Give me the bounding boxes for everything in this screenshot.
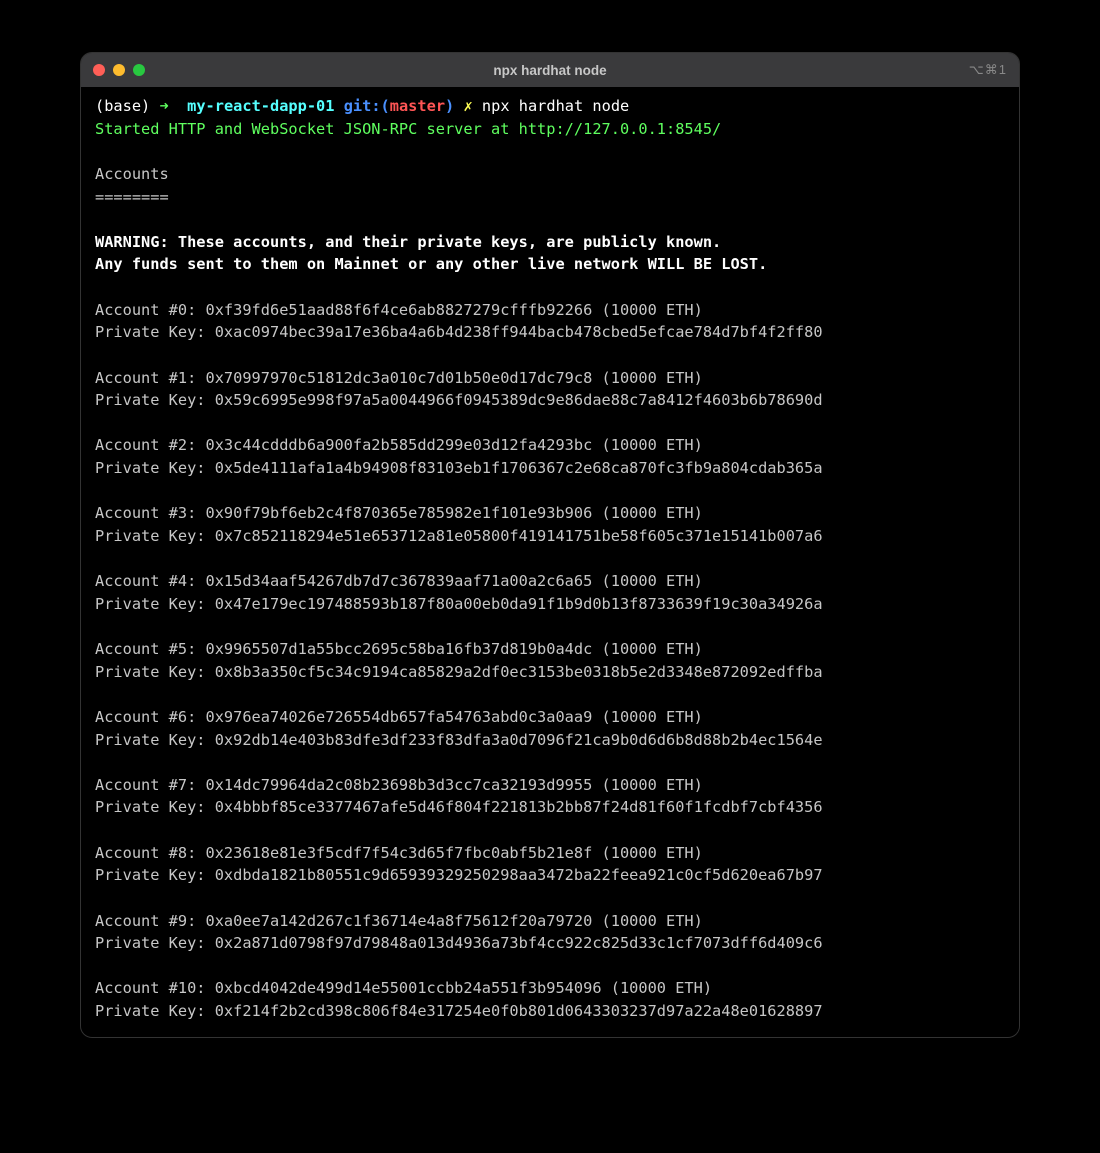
prompt-cwd: my-react-dapp-01 (187, 97, 334, 115)
prompt-env: (base) (95, 97, 150, 115)
accounts-list: Account #0: 0xf39fd6e51aad88f6f4ce6ab882… (95, 301, 823, 1020)
prompt-open-paren: ( (381, 97, 390, 115)
warning-line-1: WARNING: These accounts, and their priva… (95, 233, 721, 251)
accounts-divider: ======== (95, 188, 169, 206)
terminal-window: npx hardhat node ⌥⌘1 (base) ➜ my-react-d… (80, 52, 1020, 1038)
server-started-line: Started HTTP and WebSocket JSON-RPC serv… (95, 120, 721, 138)
window-title: npx hardhat node (81, 63, 1019, 78)
prompt-close-paren: ) (445, 97, 454, 115)
prompt-command: npx hardhat node (482, 97, 629, 115)
terminal-output[interactable]: (base) ➜ my-react-dapp-01 git:(master) ✗… (81, 87, 1019, 1037)
titlebar: npx hardhat node ⌥⌘1 (81, 53, 1019, 87)
prompt-git-label: git: (344, 97, 381, 115)
minimize-icon[interactable] (113, 64, 125, 76)
account-entry: Account #0: 0xf39fd6e51aad88f6f4ce6ab882… (95, 301, 823, 1020)
close-icon[interactable] (93, 64, 105, 76)
tab-shortcut-indicator: ⌥⌘1 (969, 62, 1007, 78)
prompt-dirty-icon: ✗ (463, 97, 472, 115)
maximize-icon[interactable] (133, 64, 145, 76)
traffic-lights (93, 64, 145, 76)
accounts-heading: Accounts (95, 165, 169, 183)
warning-line-2: Any funds sent to them on Mainnet or any… (95, 255, 767, 273)
prompt-branch: master (390, 97, 445, 115)
prompt-arrow-icon: ➜ (159, 97, 168, 115)
